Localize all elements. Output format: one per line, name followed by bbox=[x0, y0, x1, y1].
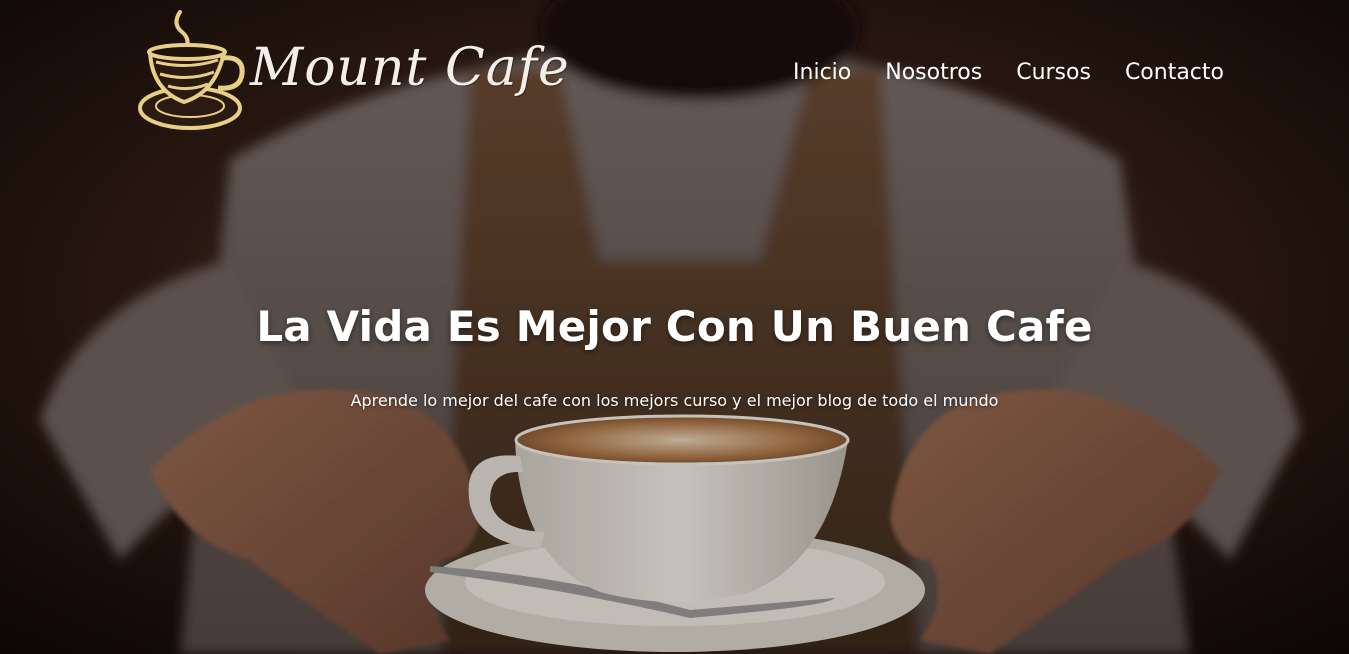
nav-item-inicio[interactable]: Inicio bbox=[793, 60, 851, 85]
hero-section: Mount Cafe Inicio Nosotros Cursos Contac… bbox=[0, 0, 1349, 654]
coffee-cup-icon bbox=[138, 10, 245, 130]
nav-item-nosotros[interactable]: Nosotros bbox=[885, 60, 982, 85]
hero-subtitle: Aprende lo mejor del cafe con los mejors… bbox=[350, 391, 999, 410]
logo-text: Mount Cafe bbox=[250, 38, 570, 98]
hero-title: La Vida Es Mejor Con Un Buen Cafe bbox=[256, 302, 1093, 351]
nav-item-contacto[interactable]: Contacto bbox=[1125, 60, 1224, 85]
nav-item-cursos[interactable]: Cursos bbox=[1016, 60, 1091, 85]
main-nav: Inicio Nosotros Cursos Contacto bbox=[793, 60, 1224, 85]
site-logo[interactable]: Mount Cafe bbox=[138, 10, 570, 132]
